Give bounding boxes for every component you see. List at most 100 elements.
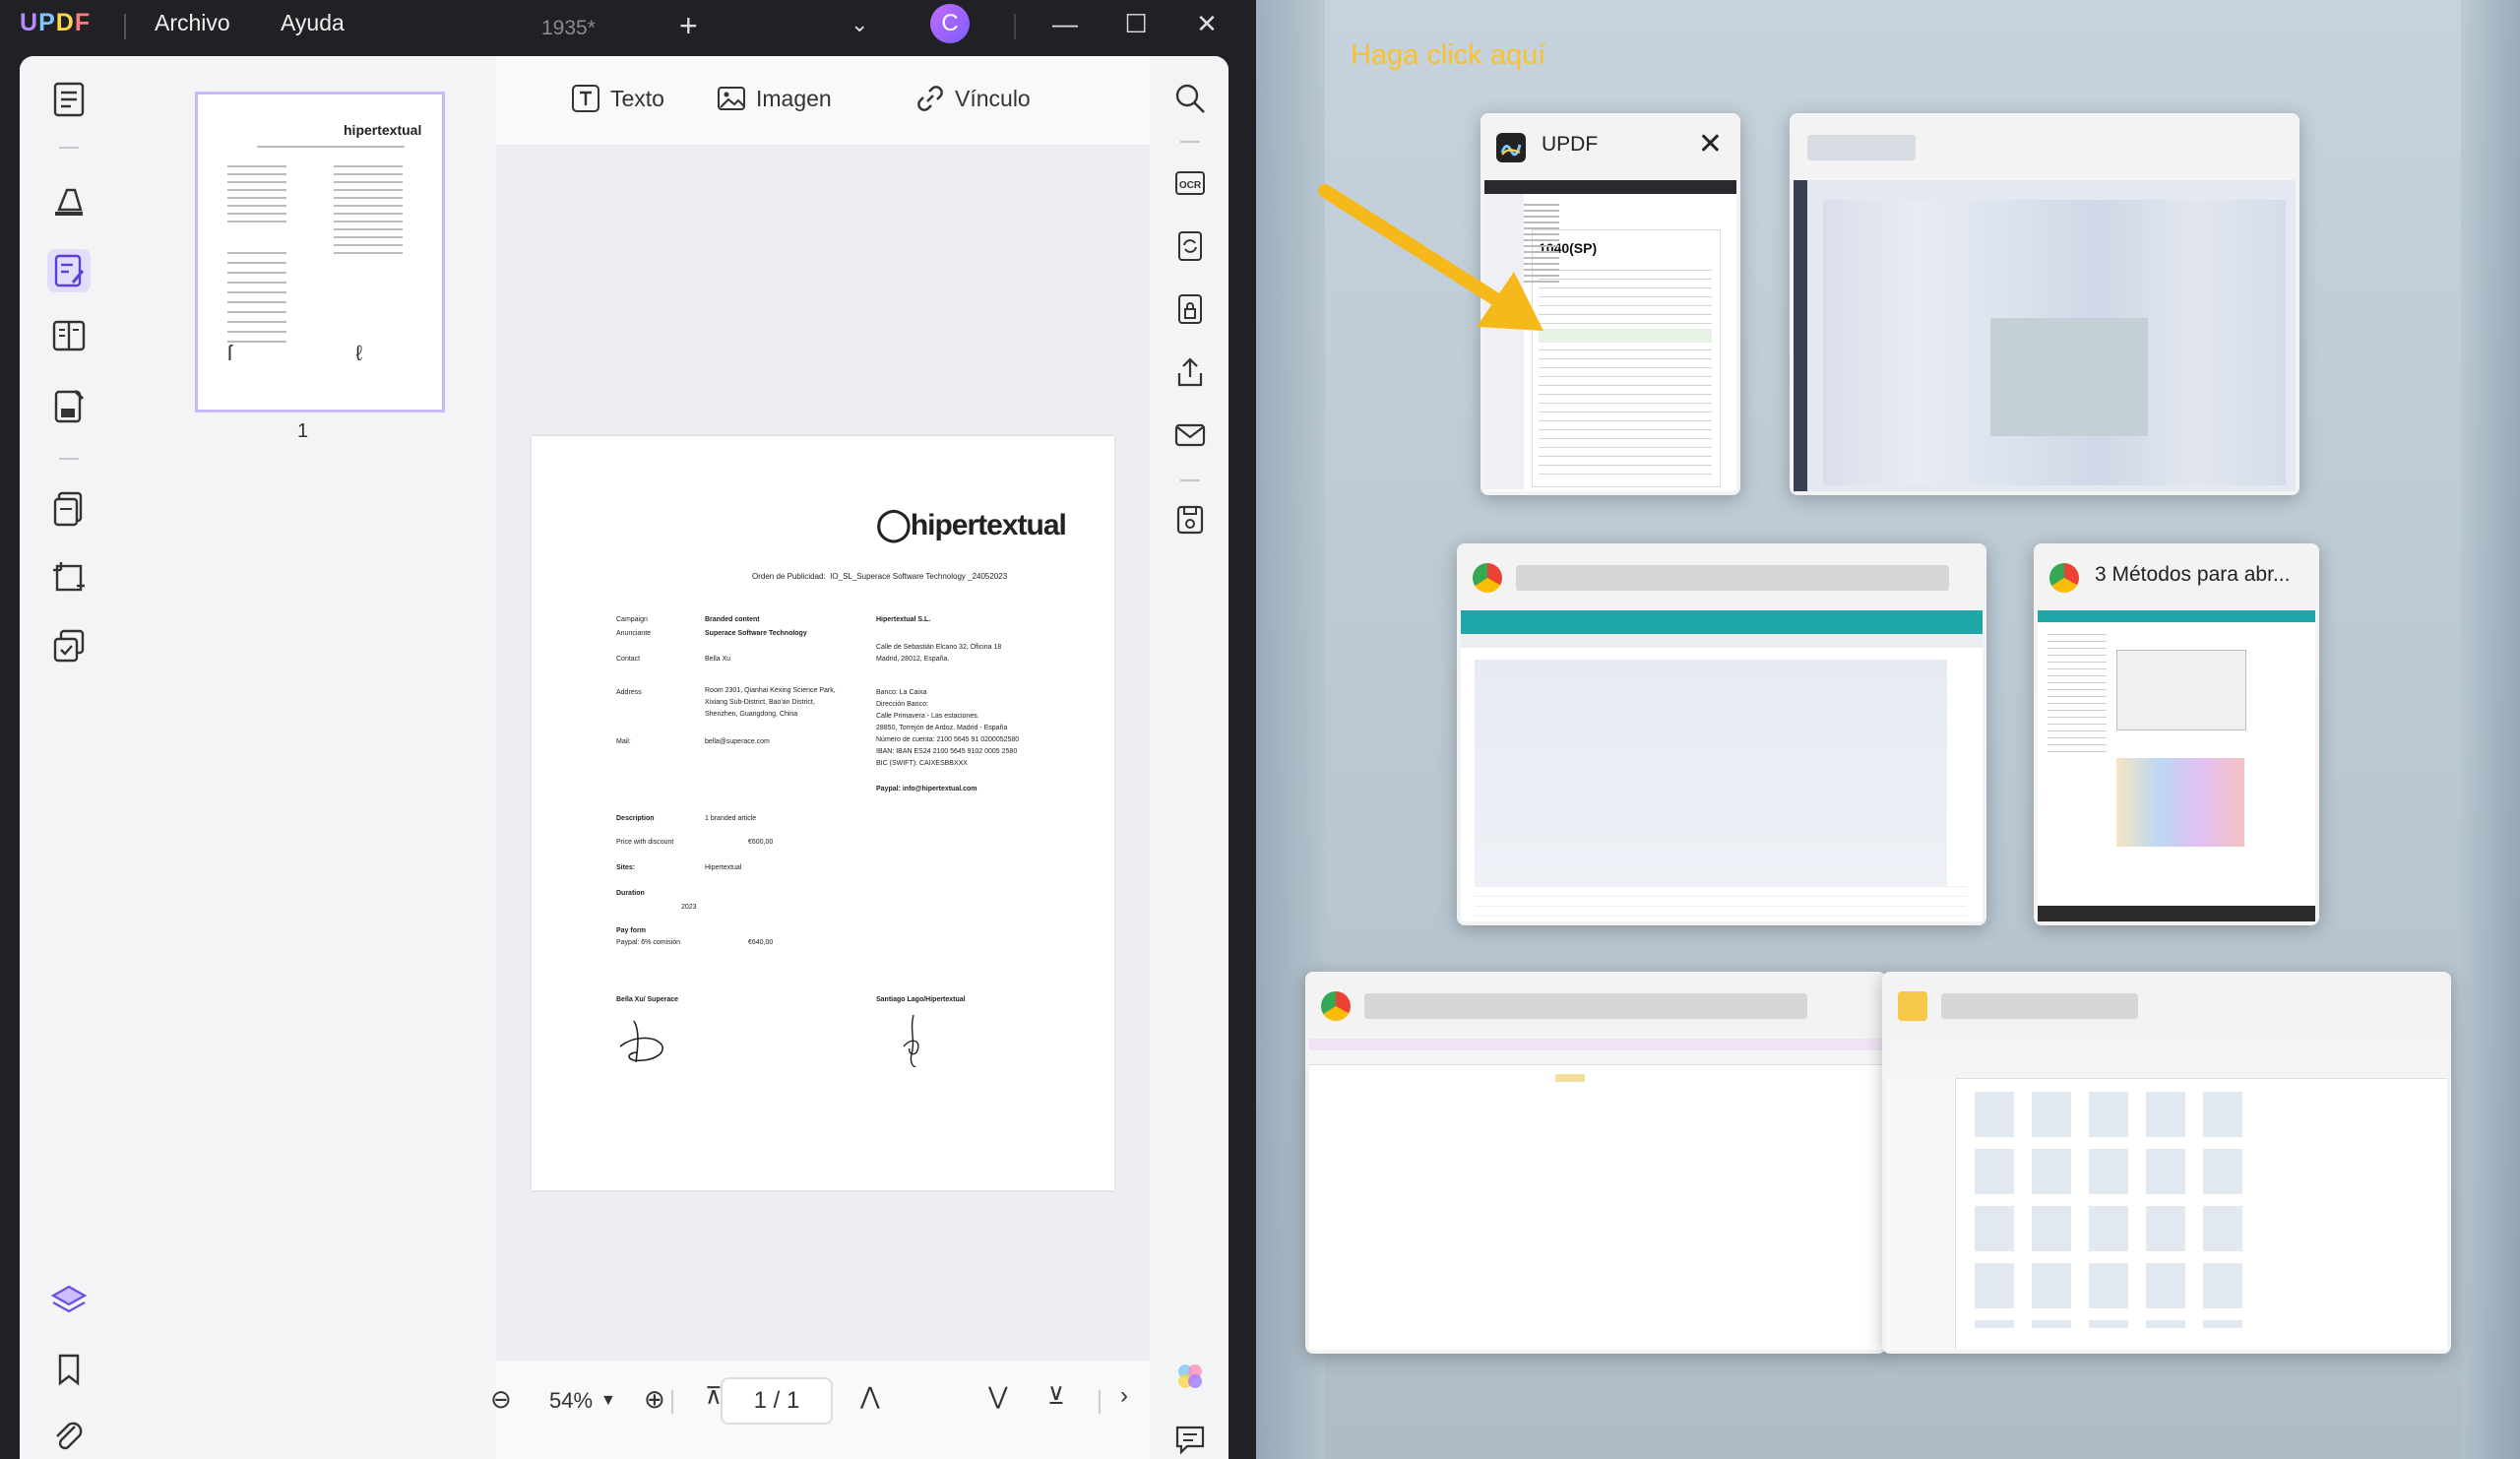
attachment-icon[interactable]	[47, 1415, 91, 1458]
address-line-1: Room 2301, Qianhai Kexing Science Park,	[705, 687, 836, 694]
updf-logo: UPDF	[20, 9, 92, 36]
brand-name: hipertextual	[910, 509, 1067, 541]
switcher-window-chrome-2[interactable]: 3 Métodos para abr...	[2034, 543, 2319, 925]
preview-toolbar	[1886, 1039, 2447, 1079]
document-tab[interactable]: 1935*	[512, 6, 699, 55]
preview-form-lines	[1539, 270, 1712, 476]
add-image-button[interactable]: Imagen	[717, 84, 832, 113]
new-tab-icon[interactable]: +	[679, 8, 698, 44]
title-separator	[124, 14, 126, 39]
ai-assistant-icon[interactable]	[1173, 1360, 1207, 1393]
window-header	[1457, 543, 1986, 610]
chrome-icon	[1473, 563, 1502, 593]
convert-pdf-icon[interactable]	[1173, 229, 1207, 263]
comments-list-icon[interactable]	[1173, 1423, 1207, 1456]
rail-separator	[1180, 141, 1200, 143]
batch-icon[interactable]	[47, 625, 91, 668]
zoom-in-icon[interactable]: ⊕	[644, 1384, 665, 1415]
next-page-icon[interactable]: ⋁	[988, 1382, 1008, 1411]
page-thumbnail[interactable]: hipertextual ſ ℓ	[195, 92, 445, 412]
share-icon[interactable]	[1173, 355, 1207, 389]
address-line-3: Shenzhen, Guangdong, China	[705, 711, 798, 718]
switcher-window-explorer[interactable]	[1882, 972, 2451, 1354]
add-link-label: Vínculo	[955, 85, 1031, 111]
menu-archivo[interactable]: Archivo	[155, 10, 230, 36]
save-icon[interactable]	[1173, 503, 1207, 537]
window-header: UPDF ✕	[1480, 113, 1740, 180]
desktop-background	[2461, 0, 2520, 1459]
company-name: Hipertextual S.L.	[876, 616, 931, 623]
preview-pixelated-block	[1990, 318, 2148, 436]
reader-icon[interactable]	[47, 78, 91, 121]
edit-pdf-icon[interactable]	[47, 249, 91, 292]
menu-ayuda[interactable]: Ayuda	[281, 10, 345, 36]
window-preview	[1461, 610, 1983, 921]
image-icon	[718, 87, 745, 110]
left-tool-rail	[20, 56, 122, 1459]
add-text-button[interactable]: Texto	[571, 84, 664, 113]
thumbnail-panel: hipertextual ſ ℓ 1	[122, 56, 496, 1459]
search-icon[interactable]	[1173, 82, 1207, 115]
close-icon[interactable]: ✕	[1698, 127, 1723, 161]
chevron-right-icon[interactable]: ›	[1120, 1382, 1128, 1410]
bookmark-icon[interactable]	[47, 1348, 91, 1391]
order-id: IO_SL_Superace Software Technology _2405…	[830, 572, 1008, 581]
thumbnail-page-number: 1	[297, 420, 309, 442]
company-address-1: Calle de Sebastián Elcano 32, Oficina 18	[876, 644, 1002, 651]
first-page-icon[interactable]: ⊼	[705, 1382, 723, 1411]
window-title: 3 Métodos para abr...	[2095, 563, 2291, 586]
thumbnail-line	[257, 146, 405, 148]
address-line-2: Xixiang Sub-District, Bao'an District,	[705, 699, 815, 706]
form-icon[interactable]	[47, 385, 91, 428]
description-value: 1 branded article	[705, 815, 757, 822]
hint-text: Haga click aquí	[1351, 39, 1546, 71]
add-link-button[interactable]: Vínculo	[915, 84, 1031, 113]
thumbnail-text-block	[334, 165, 403, 254]
chevron-down-icon[interactable]: ⌄	[850, 12, 868, 37]
pdf-page[interactable]: ◯hipertextual Orden de Publicidad: IO_SL…	[532, 436, 1114, 1190]
ocr-icon[interactable]: OCR	[1173, 166, 1207, 200]
company-address-2: Madrid, 28012, España.	[876, 656, 950, 663]
avatar[interactable]: C	[930, 4, 970, 43]
preview-screenshot	[2116, 758, 2244, 847]
svg-text:OCR: OCR	[1179, 180, 1202, 191]
zoom-dropdown-icon[interactable]: ▼	[600, 1392, 616, 1410]
email-icon[interactable]	[1173, 418, 1207, 452]
minimize-icon[interactable]: —	[1045, 4, 1085, 43]
protect-icon[interactable]	[1173, 292, 1207, 326]
close-icon[interactable]: ✕	[1187, 4, 1227, 43]
bank-line-7: BIC (SWIFT): CAIXESBBXXX	[876, 760, 968, 767]
signature-right-label: Santiago Lago/Hipertextual	[876, 996, 966, 1003]
maximize-icon[interactable]: ☐	[1116, 4, 1156, 43]
switcher-window-chrome-3[interactable]	[1305, 972, 1886, 1354]
last-page-icon[interactable]: ⊻	[1047, 1382, 1065, 1411]
preview-sidebar	[1794, 180, 1807, 491]
payform-amount: €640,00	[748, 939, 774, 946]
page-organize-icon[interactable]	[47, 314, 91, 357]
window-preview	[1886, 1039, 2447, 1350]
thumbnail-signature: ℓ	[355, 341, 363, 365]
chrome-icon	[1321, 991, 1351, 1021]
crop-icon[interactable]	[47, 556, 91, 600]
comment-highlighter-icon[interactable]	[47, 180, 91, 223]
chrome-icon	[2049, 563, 2079, 593]
zoom-value[interactable]: 54%	[549, 1388, 593, 1414]
title-bar: UPDF Archivo Ayuda 1935* + ⌄ C — ☐ ✕	[0, 0, 1256, 55]
preview-file-grid-gaps	[1975, 1092, 2260, 1328]
previous-page-icon[interactable]: ⋀	[860, 1382, 880, 1411]
bank-line-5: Número de cuenta: 2100 5645 91 020005258…	[876, 736, 1020, 743]
page-indicator[interactable]: 1 / 1	[721, 1377, 833, 1425]
updf-body: hipertextual ſ ℓ 1 Texto Imagen Vínculo …	[20, 56, 1228, 1459]
window-header	[1305, 972, 1886, 1039]
signature-left-label: Bella Xu/ Superace	[616, 996, 679, 1003]
zoom-out-icon[interactable]: ⊖	[490, 1384, 512, 1415]
switcher-window-blurred[interactable]	[1790, 113, 2300, 495]
folder-icon	[1898, 991, 1927, 1021]
blurred-title	[1941, 993, 2138, 1019]
switcher-window-chrome-1[interactable]	[1457, 543, 1986, 925]
layers-icon[interactable]	[47, 1279, 91, 1322]
edit-toolbar: Texto Imagen Vínculo	[496, 56, 1150, 145]
convert-icon[interactable]	[47, 487, 91, 531]
preview-footer	[2038, 906, 2315, 921]
duration-value: 2023	[681, 904, 697, 911]
